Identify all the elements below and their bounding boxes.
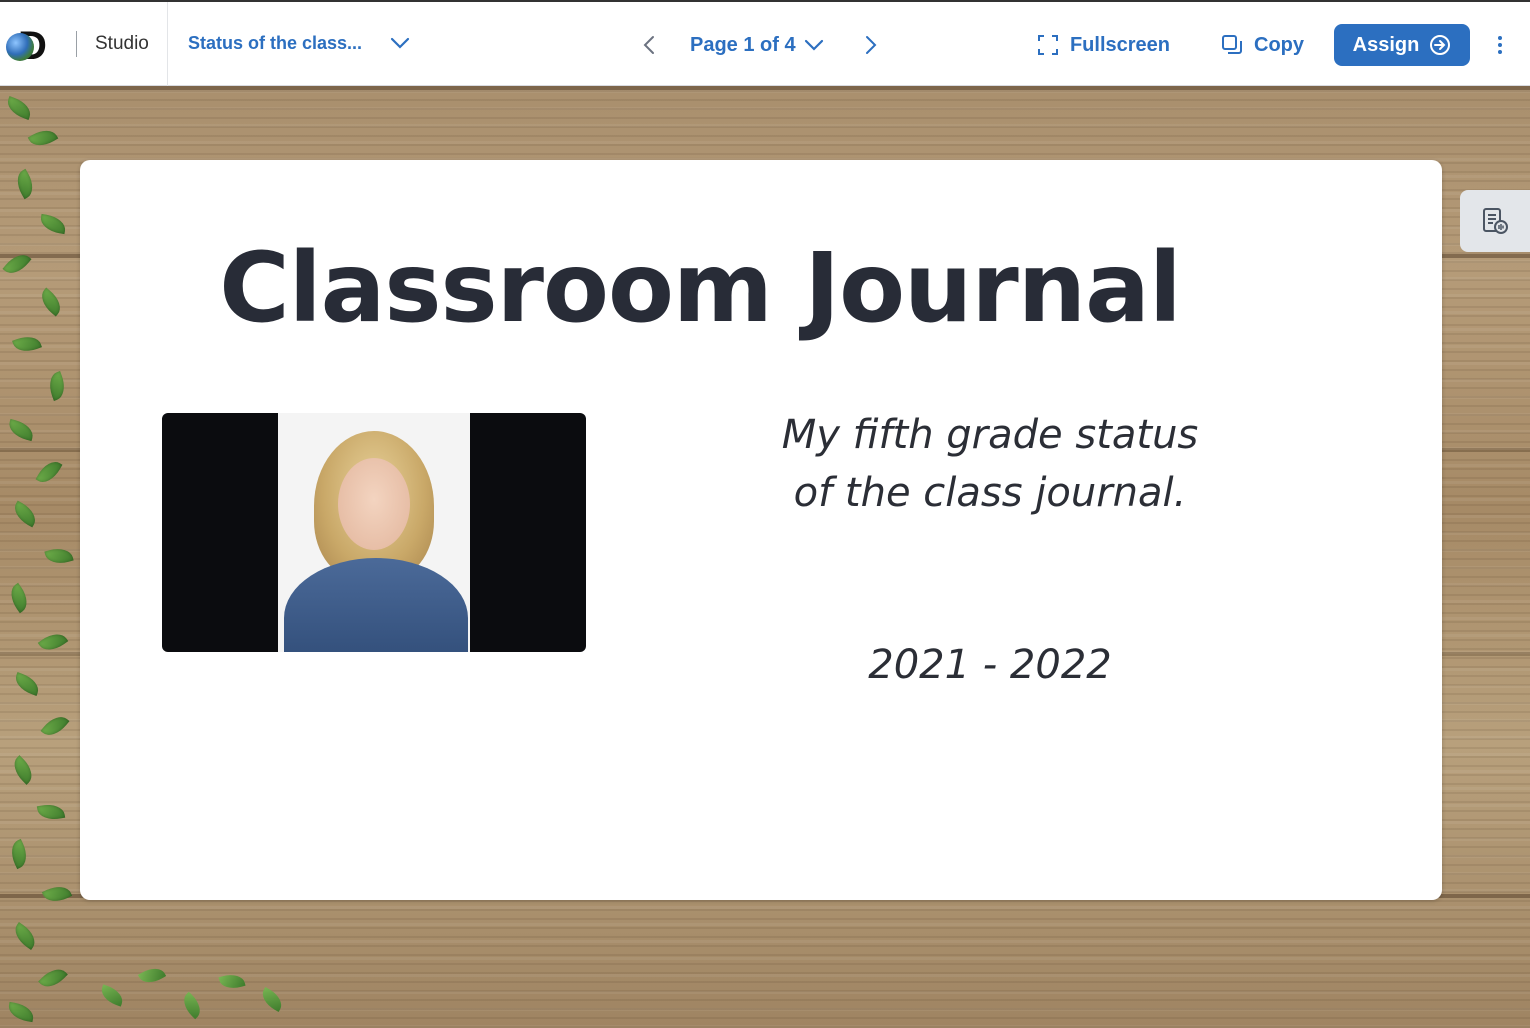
slide-card: Classroom Journal My fifth grade status …: [80, 160, 1442, 900]
document-title: Status of the class...: [188, 33, 363, 53]
pager: Page 1 of 4: [632, 26, 888, 64]
slide-subtitle: My fifth grade status of the class journ…: [700, 406, 1280, 522]
arrow-circle-right-icon: [1430, 35, 1451, 55]
ivy-vine-decoration: [0, 86, 90, 1028]
copy-icon: [1222, 35, 1242, 54]
notes-audio-icon: [1483, 208, 1508, 234]
chevron-down-icon: [390, 33, 410, 54]
divider: [76, 30, 77, 57]
fullscreen-icon: [1037, 35, 1058, 55]
plank-divider: [0, 86, 1530, 90]
app-name: Studio: [95, 32, 149, 54]
school-year: 2021 - 2022: [868, 642, 1112, 688]
ivy-vine-decoration-bottom: [90, 908, 330, 1028]
discovery-logo-icon[interactable]: D: [4, 24, 64, 66]
more-options-kebab-icon[interactable]: [1494, 35, 1506, 56]
slide-title: Classroom Journal: [219, 232, 1182, 344]
copy-label: Copy: [1254, 33, 1304, 56]
assign-button[interactable]: Assign: [1334, 24, 1470, 66]
chevron-left-icon: [643, 36, 654, 54]
notes-audio-button[interactable]: [1460, 190, 1530, 252]
fullscreen-label: Fullscreen: [1069, 33, 1170, 56]
teacher-photo[interactable]: [162, 413, 586, 652]
subtitle-line-1: My fifth grade status: [781, 412, 1199, 458]
assign-label: Assign: [1352, 33, 1420, 56]
page-indicator[interactable]: Page 1 of 4: [690, 34, 796, 57]
subtitle-line-2: of the class journal.: [793, 470, 1187, 516]
prev-page-button[interactable]: [632, 28, 666, 62]
next-page-button[interactable]: [854, 28, 888, 62]
brand: D Studio: [0, 1, 168, 86]
page-dropdown-chevron-down-icon[interactable]: [804, 39, 824, 51]
top-bar: D Studio Status of the class... Page 1 o…: [0, 0, 1530, 86]
header-actions: Fullscreen Copy Assign: [986, 24, 1506, 66]
document-title-dropdown[interactable]: Status of the class...: [188, 33, 438, 54]
chevron-right-icon: [865, 36, 877, 54]
fullscreen-button[interactable]: Fullscreen: [1036, 33, 1170, 57]
copy-button[interactable]: Copy: [1220, 33, 1304, 57]
